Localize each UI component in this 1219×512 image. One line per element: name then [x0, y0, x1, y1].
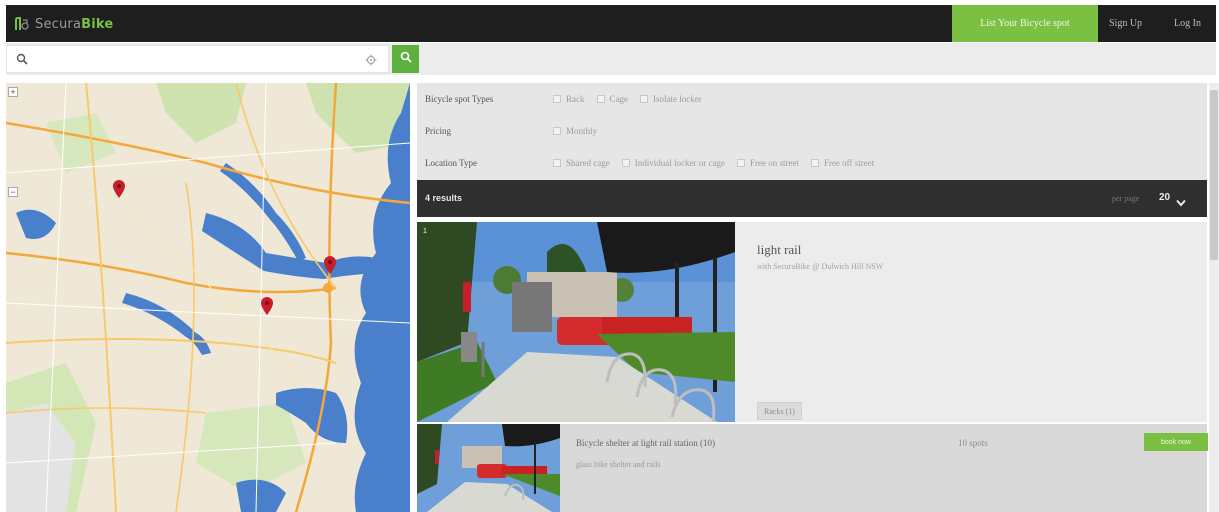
listing-spot-row[interactable]: Bicycle shelter at light rail station (1… — [417, 424, 1208, 512]
option-label: Rack — [566, 94, 585, 104]
results-bar: 4 results per page 20 — [417, 180, 1207, 217]
filter-label: Pricing — [425, 126, 451, 136]
filter-options: Shared cage Individual locker or cage Fr… — [553, 158, 874, 168]
log-in-link[interactable]: Log In — [1174, 5, 1201, 42]
checkbox[interactable] — [553, 127, 561, 135]
filter-option-free-on-street[interactable]: Free on street — [736, 158, 799, 168]
filter-row-pricing: Pricing Monthly — [417, 121, 1207, 141]
listing-tag[interactable]: Racks (1) — [757, 402, 802, 420]
top-nav: SecuraBike List Your Bicycle spot Sign U… — [6, 5, 1216, 42]
map-marker-icon[interactable] — [112, 179, 126, 199]
checkbox[interactable] — [810, 159, 819, 167]
option-label: Shared cage — [566, 158, 610, 168]
map-view[interactable]: + − — [6, 83, 410, 512]
brand-logo[interactable]: SecuraBike — [14, 15, 113, 33]
search-field — [6, 45, 389, 73]
filter-option-rack[interactable]: Rack — [553, 94, 585, 104]
map-tiles — [6, 83, 410, 512]
listing-subtitle: with SecuraBike @ Dulwich Hill NSW — [757, 262, 884, 271]
checkbox[interactable] — [736, 159, 745, 167]
spot-count: 10 spots — [958, 438, 988, 448]
filter-option-monthly[interactable]: Monthly — [553, 126, 597, 136]
filter-option-individual-locker[interactable]: Individual locker or cage — [621, 158, 725, 168]
filter-options: Monthly — [553, 126, 597, 136]
map-marker-icon[interactable] — [260, 296, 274, 316]
brand-name: SecuraBike — [35, 16, 114, 32]
option-label: Free off street — [823, 158, 875, 168]
spot-description: glass bike shelter and rails — [576, 460, 661, 469]
listing-title[interactable]: light rail — [757, 242, 801, 258]
chevron-down-icon[interactable] — [1176, 194, 1186, 212]
filter-options: Rack Cage Isolate locker — [553, 94, 702, 104]
filter-option-free-off-street[interactable]: Free off street — [810, 158, 875, 168]
listing-photo[interactable]: 1 — [417, 222, 735, 422]
zoom-out-button[interactable]: − — [8, 187, 18, 197]
per-page-label: per page — [1112, 194, 1140, 203]
sign-up-link[interactable]: Sign Up — [1109, 5, 1142, 42]
checkbox[interactable] — [553, 159, 561, 167]
book-now-button[interactable]: book now — [1144, 433, 1208, 451]
checkbox[interactable] — [621, 159, 630, 167]
checkbox[interactable] — [553, 95, 561, 103]
list-your-spot-button[interactable]: List Your Bicycle spot — [952, 5, 1098, 42]
filters-panel: Bicycle spot Types Rack Cage Isolate loc… — [417, 83, 1207, 180]
search-icon — [400, 50, 412, 68]
photo-image — [417, 424, 560, 512]
spot-photo[interactable] — [417, 424, 560, 512]
filter-label: Bicycle spot Types — [425, 94, 494, 104]
search-button[interactable] — [392, 45, 419, 73]
spot-title[interactable]: Bicycle shelter at light rail station (1… — [576, 438, 715, 448]
filter-row-types: Bicycle spot Types Rack Cage Isolate loc… — [417, 89, 1207, 109]
option-label: Free on street — [749, 158, 799, 168]
photo-index: 1 — [423, 228, 427, 235]
scrollbar-thumb[interactable] — [1210, 90, 1218, 260]
map-marker-icon[interactable] — [323, 255, 337, 275]
photo-image — [417, 222, 735, 422]
checkbox[interactable] — [596, 95, 605, 103]
results-count: 4 results — [425, 193, 463, 203]
page: SecuraBike List Your Bicycle spot Sign U… — [0, 0, 1219, 512]
search-icon — [16, 52, 28, 70]
filter-label: Location Type — [425, 158, 477, 168]
listing-card[interactable]: 1 light rail with SecuraBike @ Dulwich H… — [417, 222, 1207, 422]
search-input[interactable] — [35, 49, 355, 69]
filter-option-cage[interactable]: Cage — [596, 94, 629, 104]
option-label: Cage — [609, 94, 629, 104]
checkbox[interactable] — [640, 95, 648, 103]
bike-logo-icon — [14, 16, 30, 32]
option-label: Individual locker or cage — [634, 158, 725, 168]
filter-row-location: Location Type Shared cage Individual loc… — [417, 153, 1207, 173]
per-page-select[interactable]: 20 — [1159, 192, 1170, 203]
option-label: Isolate locker — [653, 94, 702, 104]
filter-option-locker[interactable]: Isolate locker — [640, 94, 702, 104]
filter-option-shared-cage[interactable]: Shared cage — [553, 158, 610, 168]
search-bar — [6, 43, 1216, 75]
option-label: Monthly — [566, 126, 598, 136]
locate-icon[interactable] — [365, 53, 377, 71]
zoom-in-button[interactable]: + — [8, 87, 18, 97]
